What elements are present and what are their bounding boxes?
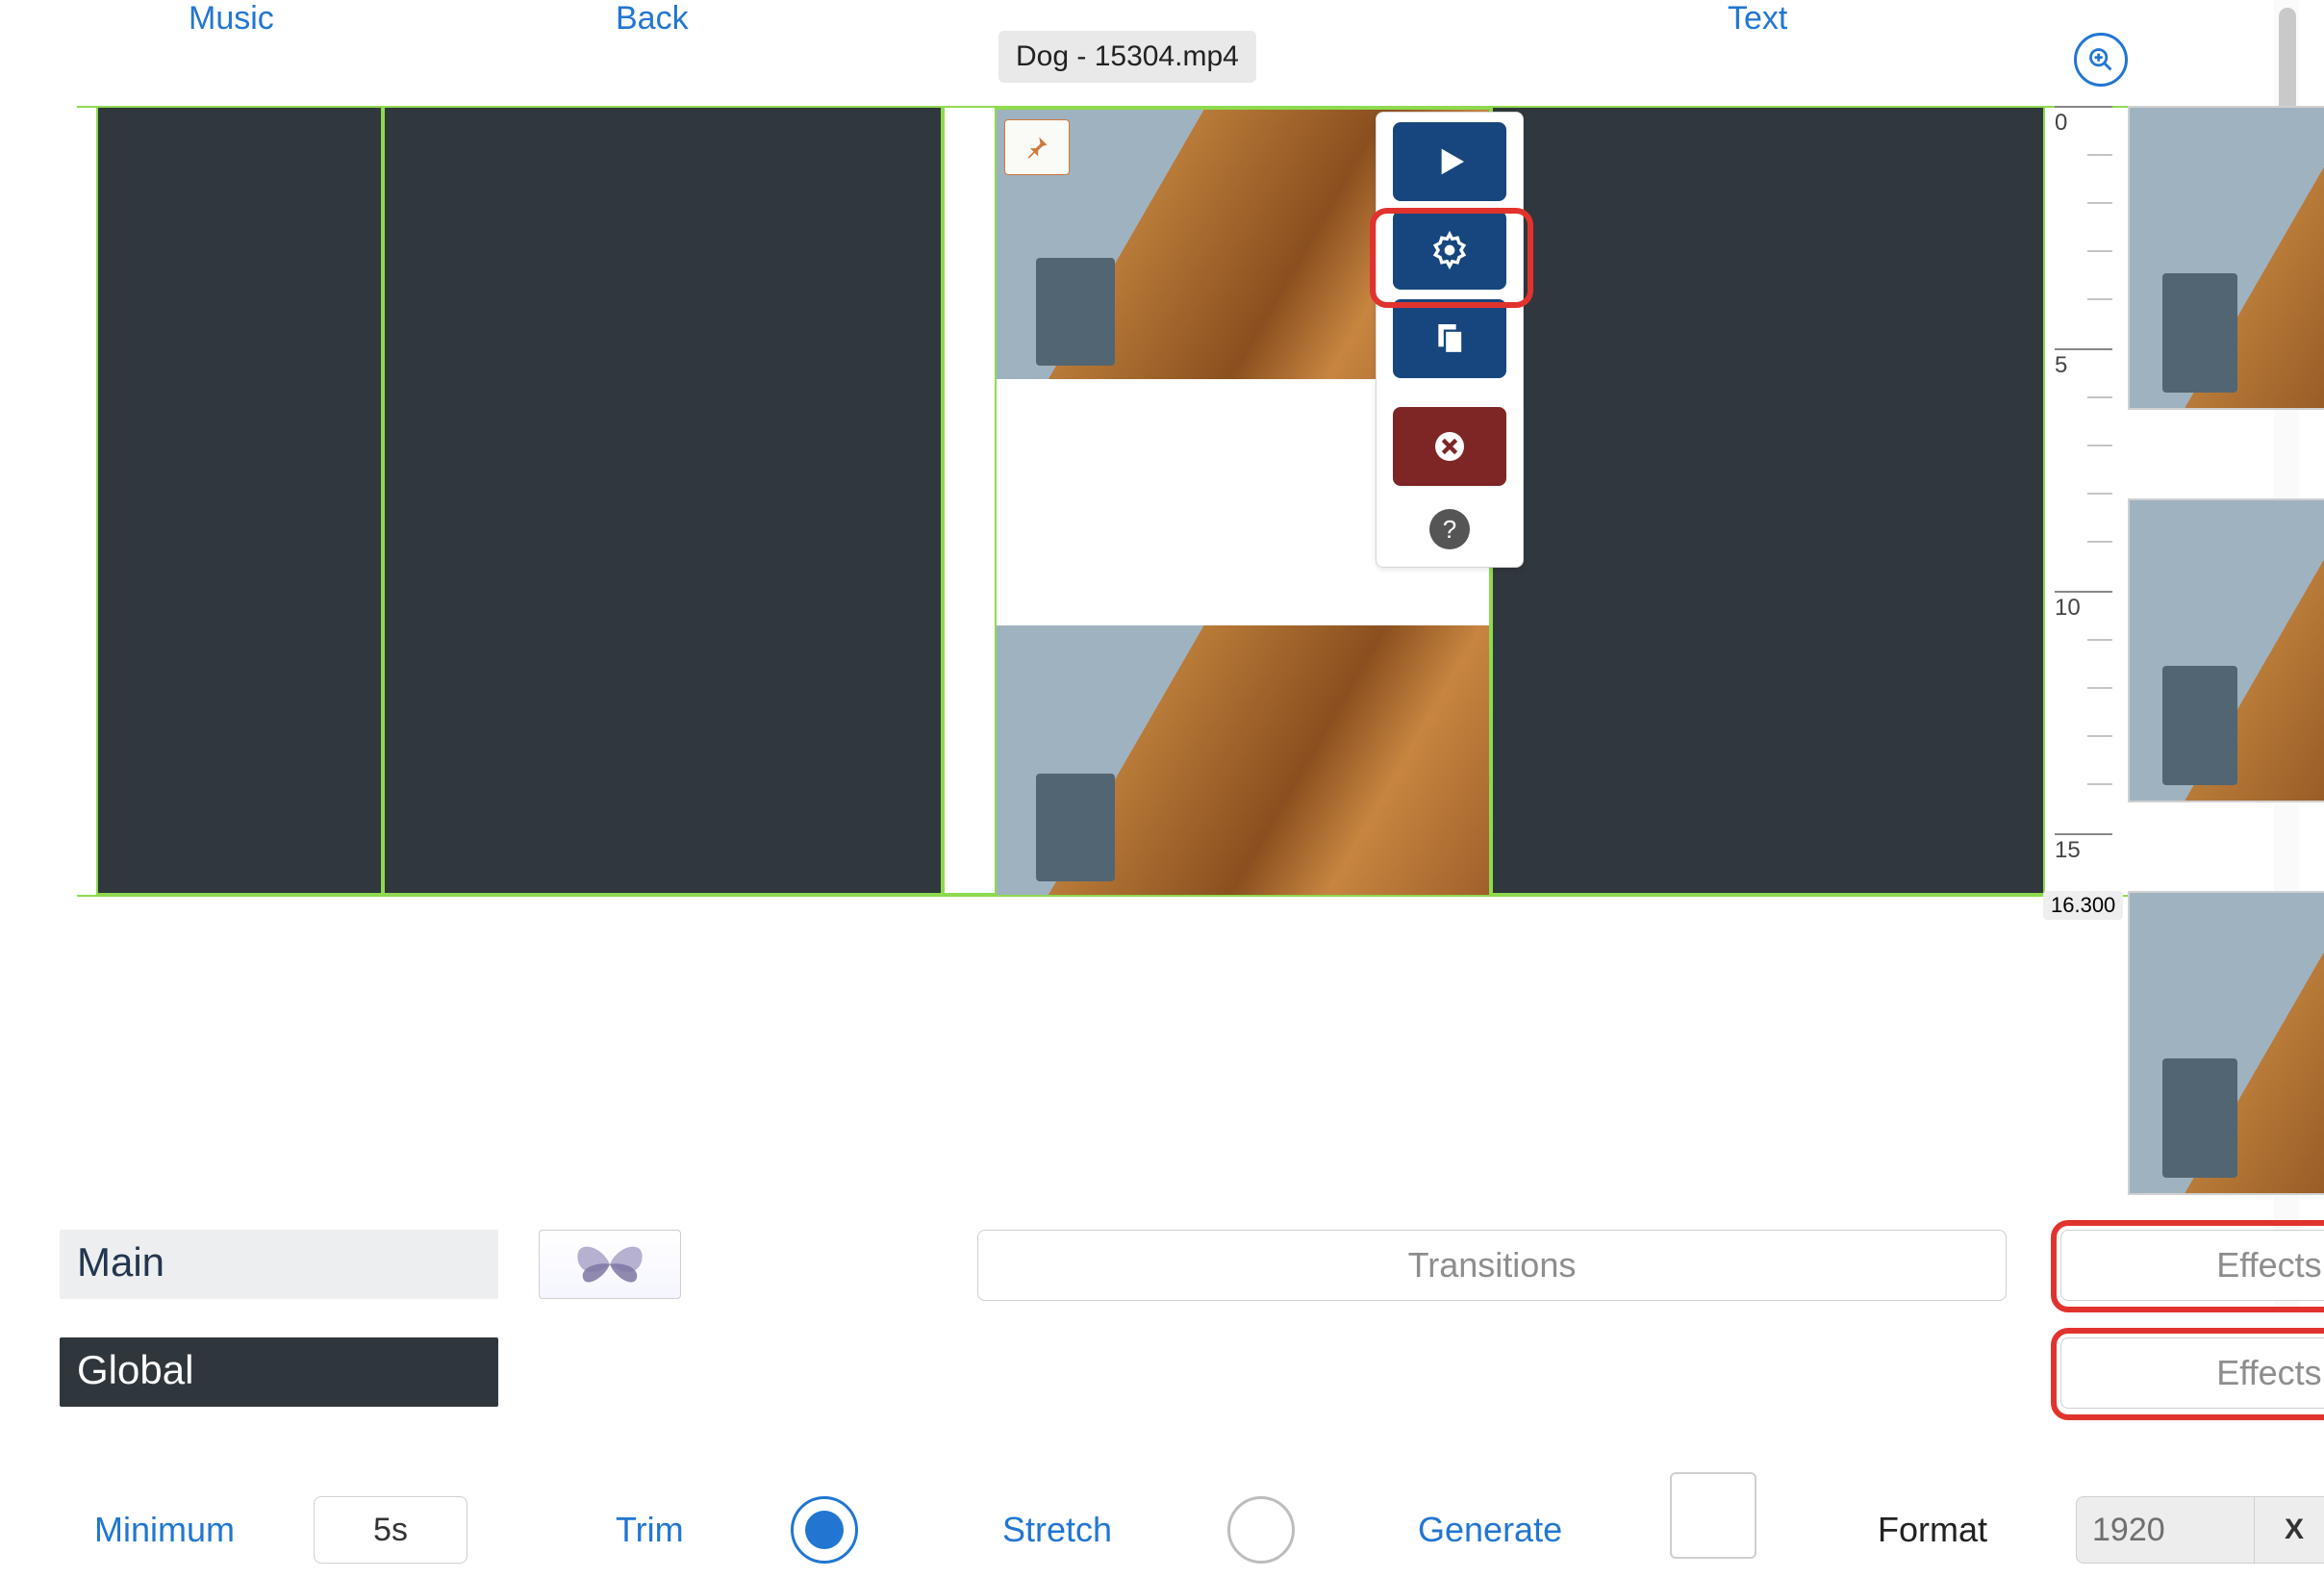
time-ruler: 0 5 10 15 16.300 (2055, 106, 2122, 904)
generate-label: Generate (1418, 1510, 1562, 1550)
settings-button[interactable] (1393, 211, 1506, 290)
layer-global[interactable]: Global (60, 1337, 498, 1407)
delete-button[interactable] (1393, 407, 1506, 486)
preview-thumb-1[interactable] (2128, 106, 2324, 410)
pin-icon (1023, 134, 1050, 161)
help-button[interactable]: ? (1429, 509, 1470, 549)
minimum-input[interactable] (314, 1496, 467, 1564)
effects-button-main[interactable]: Effects (2060, 1230, 2324, 1301)
stretch-label: Stretch (1002, 1510, 1112, 1550)
trim-radio[interactable] (791, 1496, 858, 1564)
format-group: X Auto (2076, 1496, 2324, 1564)
play-icon (1430, 142, 1469, 181)
tab-music[interactable]: Music (189, 0, 274, 38)
tab-text[interactable]: Text (1728, 0, 1787, 38)
timeline[interactable] (96, 106, 1949, 895)
transitions-button[interactable]: Transitions (977, 1230, 2007, 1301)
zoom-in-button[interactable] (2074, 33, 2128, 87)
minimum-label: Minimum (94, 1510, 235, 1550)
clip-action-panel: ? (1376, 112, 1524, 568)
effects-button-global[interactable]: Effects (2060, 1337, 2324, 1409)
trim-label: Trim (616, 1510, 684, 1550)
tab-back[interactable]: Back (616, 0, 689, 38)
filename-chip: Dog - 15304.mp4 (998, 31, 1256, 83)
preview-thumb-3[interactable] (2128, 891, 2324, 1195)
gear-icon (1430, 231, 1469, 269)
copy-button[interactable] (1393, 299, 1506, 378)
preview-thumb-2[interactable] (2128, 498, 2324, 802)
butterfly-preset-button[interactable] (539, 1230, 681, 1299)
format-x-label: X (2255, 1496, 2324, 1564)
timeline-slot-2[interactable] (383, 106, 943, 895)
butterfly-icon (567, 1237, 653, 1291)
format-width-input[interactable] (2076, 1496, 2255, 1564)
play-button[interactable] (1393, 122, 1506, 201)
format-label: Format (1878, 1510, 1987, 1550)
zoom-in-icon (2087, 46, 2114, 73)
pin-button[interactable] (1004, 119, 1070, 175)
timeline-slot-1[interactable] (96, 106, 383, 895)
stretch-radio[interactable] (1227, 1496, 1295, 1564)
close-circle-icon (1430, 427, 1469, 466)
layer-main[interactable]: Main (60, 1230, 498, 1299)
question-icon: ? (1443, 515, 1456, 545)
ruler-end-time: 16.300 (2043, 891, 2123, 920)
generate-checkbox[interactable] (1670, 1472, 1756, 1559)
copy-icon (1430, 319, 1469, 358)
timeline-slot-4[interactable] (1491, 106, 2045, 895)
clip-thumbnail-bottom (997, 625, 1489, 895)
